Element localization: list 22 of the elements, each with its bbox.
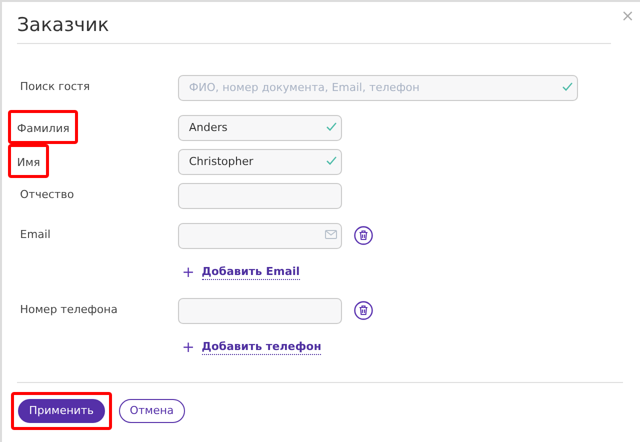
field-label: Поиск гостя <box>19 78 90 95</box>
dialog-title: Заказчик <box>17 13 110 38</box>
plus-icon: + <box>182 340 195 354</box>
input-field[interactable] <box>178 298 342 324</box>
trash-icon[interactable] <box>354 226 373 244</box>
input-field[interactable] <box>178 222 342 248</box>
input-field[interactable]: Anders <box>178 114 342 140</box>
envelope-icon <box>325 230 337 239</box>
field-label: Номер телефона <box>19 302 118 318</box>
field-label: Имя <box>17 156 40 169</box>
field-label: Email <box>19 226 51 243</box>
search-field[interactable]: ФИО, номер документа, Email, телефон <box>178 74 578 100</box>
input-field[interactable] <box>178 182 342 208</box>
field-label: Отчество <box>19 186 74 203</box>
plus-icon: + <box>182 264 195 280</box>
trash-icon[interactable] <box>354 300 373 320</box>
field-label: Фамилия <box>17 122 70 135</box>
input-field[interactable]: Christopher <box>178 148 342 174</box>
cancel-button[interactable]: Отмена <box>118 399 185 423</box>
add-link[interactable]: Добавить Email <box>202 264 300 280</box>
add-link[interactable]: Добавить телефон <box>202 340 322 354</box>
apply-button[interactable]: Применить <box>18 399 105 423</box>
